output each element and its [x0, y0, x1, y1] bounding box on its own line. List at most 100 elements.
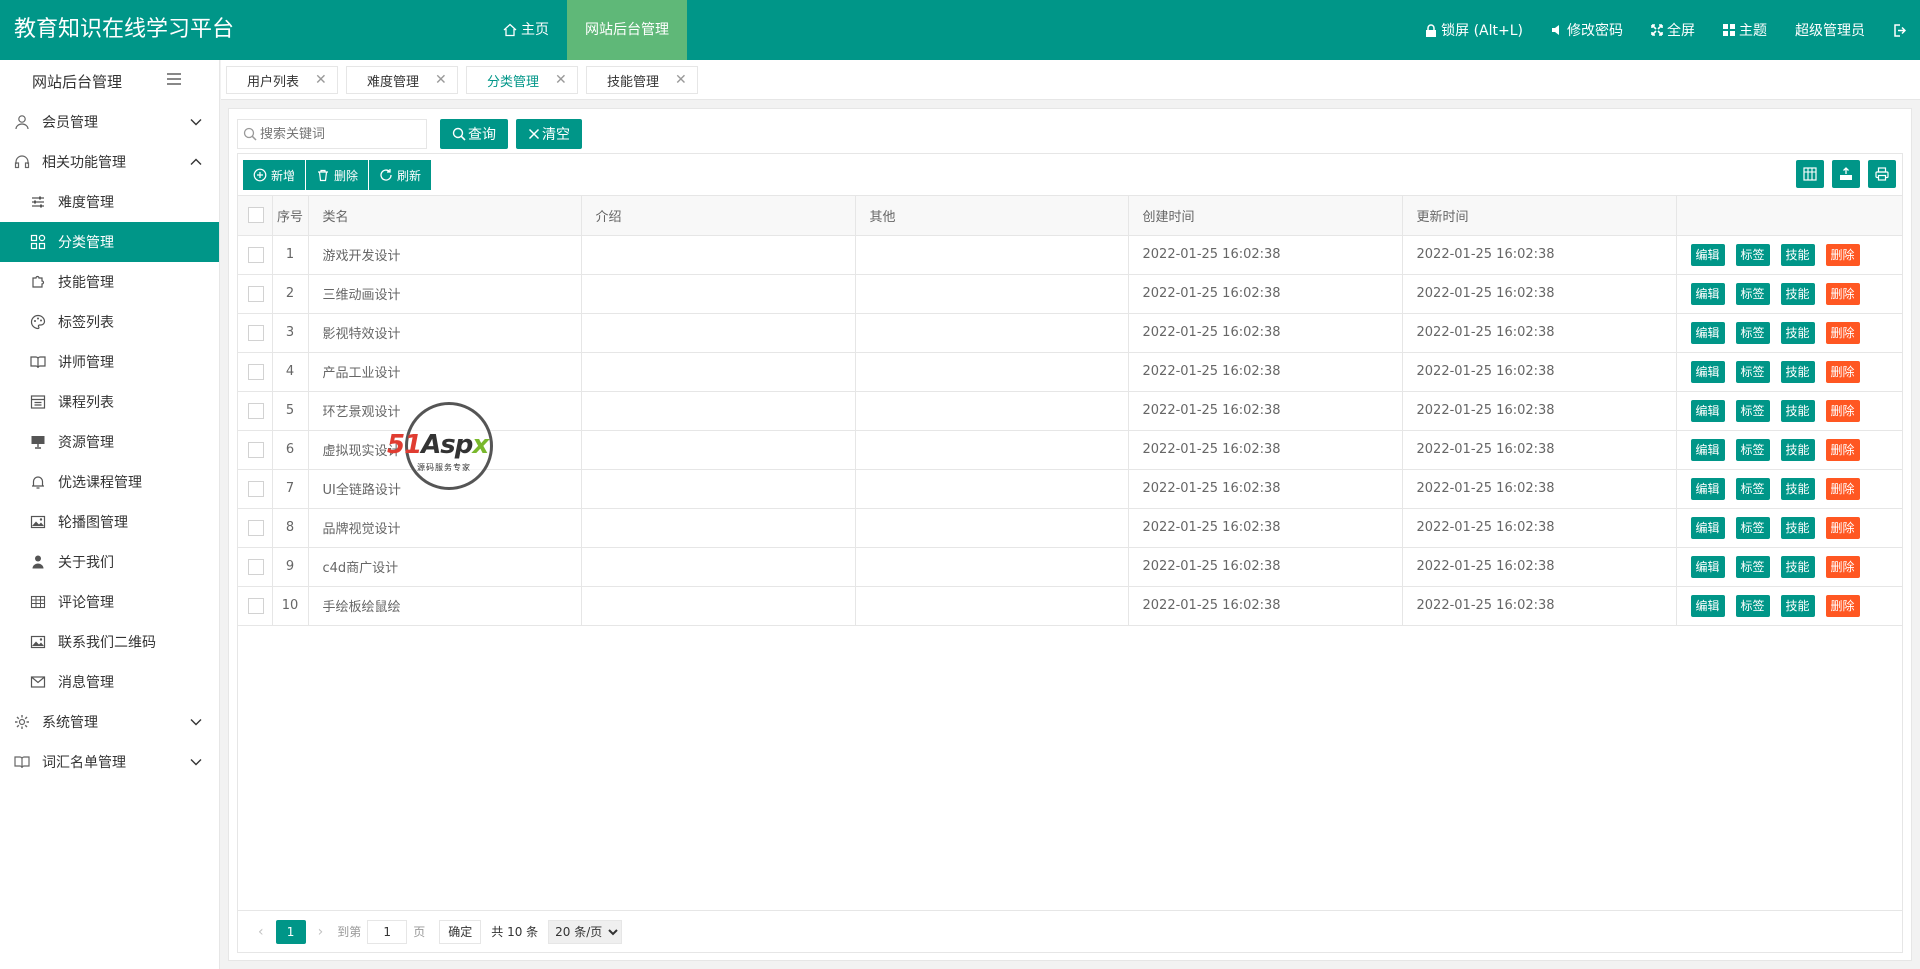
nav-home[interactable]: 主页 [485, 0, 567, 60]
row-delete-button[interactable]: 删除 [1825, 477, 1860, 500]
user-menu[interactable]: 超级管理员 [1781, 0, 1879, 60]
skill-button[interactable]: 技能 [1780, 321, 1815, 344]
sidebar-item-about[interactable]: 关于我们 [0, 542, 219, 582]
skill-button[interactable]: 技能 [1780, 555, 1815, 578]
tab-category[interactable]: 分类管理 ✕ [466, 66, 578, 94]
search-box[interactable] [237, 119, 427, 149]
tag-button[interactable]: 标签 [1735, 555, 1770, 578]
edit-button[interactable]: 编辑 [1690, 438, 1725, 461]
row-delete-button[interactable]: 删除 [1825, 243, 1860, 266]
row-checkbox[interactable] [248, 246, 264, 263]
tag-button[interactable]: 标签 [1735, 477, 1770, 500]
sidebar-item-carousel[interactable]: 轮播图管理 [0, 502, 219, 542]
row-checkbox[interactable] [248, 519, 264, 536]
skill-button[interactable]: 技能 [1780, 477, 1815, 500]
sidebar-group-members[interactable]: 会员管理 [0, 102, 219, 142]
tag-button[interactable]: 标签 [1735, 321, 1770, 344]
prev-page-arrow[interactable]: ‹ [250, 924, 272, 940]
refresh-button[interactable]: 刷新 [369, 160, 432, 190]
sidebar-item-category[interactable]: 分类管理 [0, 222, 219, 262]
close-icon[interactable]: ✕ [435, 72, 447, 88]
theme-button[interactable]: 主题 [1709, 0, 1781, 60]
sidebar-group-functions[interactable]: 相关功能管理 [0, 142, 219, 182]
edit-button[interactable]: 编辑 [1690, 516, 1725, 539]
sidebar-item-messages[interactable]: 消息管理 [0, 662, 219, 702]
sidebar-item-comments[interactable]: 评论管理 [0, 582, 219, 622]
export-button[interactable] [1832, 160, 1860, 188]
hamburger-icon[interactable] [164, 69, 184, 89]
logout-button[interactable] [1879, 0, 1920, 60]
row-delete-button[interactable]: 删除 [1825, 555, 1860, 578]
page-size-select[interactable]: 20 条/页 [548, 919, 623, 944]
tab-difficulty[interactable]: 难度管理 ✕ [346, 66, 458, 94]
row-checkbox[interactable] [248, 285, 264, 302]
select-all-checkbox[interactable] [248, 207, 264, 224]
sidebar-item-resources[interactable]: 资源管理 [0, 422, 219, 462]
skill-button[interactable]: 技能 [1780, 360, 1815, 383]
sidebar-item-skill[interactable]: 技能管理 [0, 262, 219, 302]
row-checkbox[interactable] [248, 597, 264, 614]
skill-button[interactable]: 技能 [1780, 243, 1815, 266]
print-button[interactable] [1868, 160, 1896, 188]
skill-button[interactable]: 技能 [1780, 594, 1815, 617]
row-checkbox[interactable] [248, 363, 264, 380]
tag-button[interactable]: 标签 [1735, 516, 1770, 539]
row-delete-button[interactable]: 删除 [1825, 321, 1860, 344]
edit-button[interactable]: 编辑 [1690, 321, 1725, 344]
goto-confirm-button[interactable]: 确定 [439, 919, 482, 944]
tag-button[interactable]: 标签 [1735, 282, 1770, 305]
close-icon[interactable]: ✕ [315, 72, 327, 88]
sidebar-group-system[interactable]: 系统管理 [0, 702, 219, 742]
row-delete-button[interactable]: 删除 [1825, 438, 1860, 461]
tag-button[interactable]: 标签 [1735, 360, 1770, 383]
tag-button[interactable]: 标签 [1735, 594, 1770, 617]
close-icon[interactable]: ✕ [675, 72, 687, 88]
row-delete-button[interactable]: 删除 [1825, 594, 1860, 617]
edit-button[interactable]: 编辑 [1690, 555, 1725, 578]
columns-filter-button[interactable] [1796, 160, 1824, 188]
sidebar-item-tags[interactable]: 标签列表 [0, 302, 219, 342]
skill-button[interactable]: 技能 [1780, 438, 1815, 461]
row-checkbox[interactable] [248, 402, 264, 419]
row-checkbox[interactable] [248, 480, 264, 497]
row-checkbox[interactable] [248, 441, 264, 458]
sidebar-item-courses[interactable]: 课程列表 [0, 382, 219, 422]
current-page-button[interactable]: 1 [275, 919, 306, 944]
row-delete-button[interactable]: 删除 [1825, 282, 1860, 305]
skill-button[interactable]: 技能 [1780, 282, 1815, 305]
skill-button[interactable]: 技能 [1780, 516, 1815, 539]
goto-page-input[interactable] [367, 919, 408, 944]
add-button[interactable]: 新增 [243, 160, 307, 190]
nav-admin[interactable]: 网站后台管理 [567, 0, 687, 60]
delete-button[interactable]: 删除 [306, 160, 370, 190]
edit-button[interactable]: 编辑 [1690, 360, 1725, 383]
query-button[interactable]: 查询 [440, 119, 508, 149]
fullscreen-button[interactable]: 全屏 [1637, 0, 1709, 60]
sidebar-item-contact-qrcode[interactable]: 联系我们二维码 [0, 622, 219, 662]
edit-button[interactable]: 编辑 [1690, 477, 1725, 500]
next-page-arrow[interactable]: › [310, 924, 332, 940]
row-delete-button[interactable]: 删除 [1825, 399, 1860, 422]
change-password-button[interactable]: 修改密码 [1537, 0, 1637, 60]
skill-button[interactable]: 技能 [1780, 399, 1815, 422]
tag-button[interactable]: 标签 [1735, 438, 1770, 461]
tab-skill[interactable]: 技能管理 ✕ [586, 66, 698, 94]
edit-button[interactable]: 编辑 [1690, 399, 1725, 422]
sidebar-group-vocabulary[interactable]: 词汇名单管理 [0, 742, 219, 782]
tag-button[interactable]: 标签 [1735, 243, 1770, 266]
edit-button[interactable]: 编辑 [1690, 282, 1725, 305]
edit-button[interactable]: 编辑 [1690, 594, 1725, 617]
lock-screen-button[interactable]: 锁屏 (Alt+L) [1411, 0, 1537, 60]
tab-user-list[interactable]: 用户列表 ✕ [226, 66, 338, 94]
sidebar-item-difficulty[interactable]: 难度管理 [0, 182, 219, 222]
row-checkbox[interactable] [248, 324, 264, 341]
clear-button[interactable]: 清空 [516, 119, 582, 149]
tag-button[interactable]: 标签 [1735, 399, 1770, 422]
close-icon[interactable]: ✕ [555, 72, 567, 88]
sidebar-item-teachers[interactable]: 讲师管理 [0, 342, 219, 382]
row-checkbox[interactable] [248, 558, 264, 575]
row-delete-button[interactable]: 删除 [1825, 360, 1860, 383]
search-input[interactable] [260, 126, 420, 142]
edit-button[interactable]: 编辑 [1690, 243, 1725, 266]
row-delete-button[interactable]: 删除 [1825, 516, 1860, 539]
